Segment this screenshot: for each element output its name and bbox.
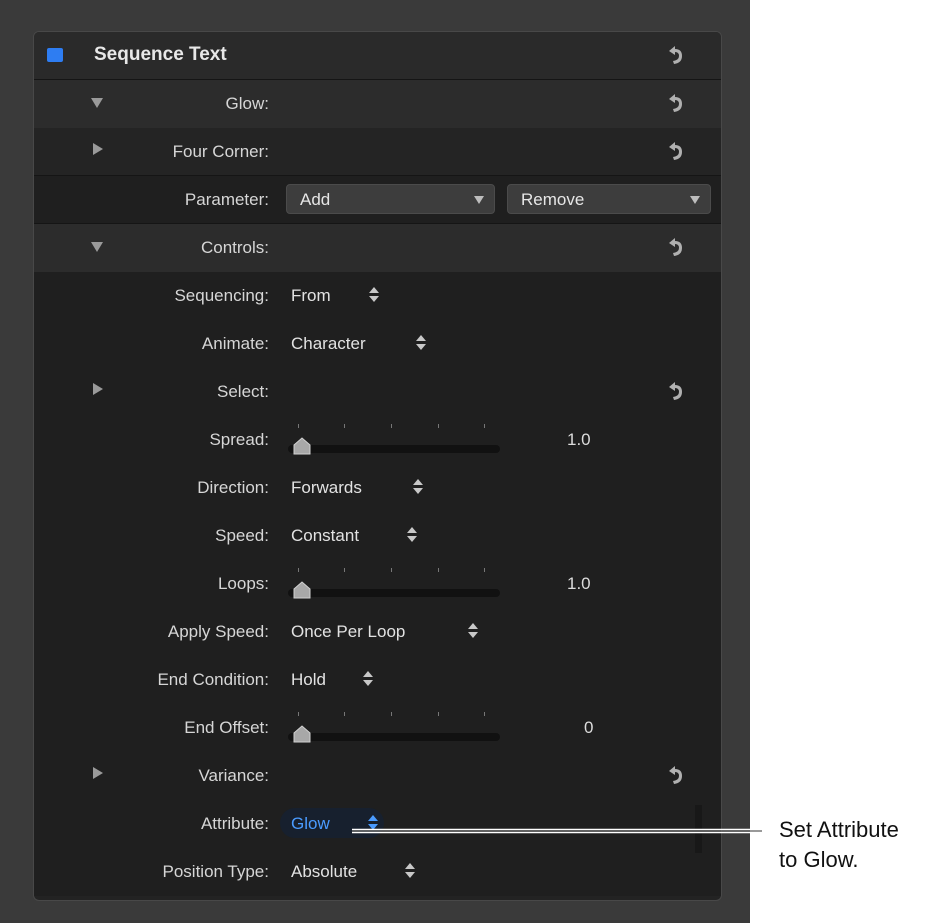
callout-text: Set Attribute to Glow. (779, 815, 937, 875)
end-offset-label: End Offset: (184, 718, 269, 737)
loops-value[interactable]: 1.0 (567, 574, 591, 594)
four-corner-row[interactable]: Four Corner: (34, 128, 721, 176)
parameter-row: Parameter: Add Remove (34, 176, 721, 224)
glow-label: Glow: (225, 94, 269, 113)
animate-value[interactable]: Character (291, 334, 366, 354)
apply-speed-row: Apply Speed: Once Per Loop (34, 608, 721, 656)
variance-row[interactable]: Variance: (34, 752, 721, 800)
speed-value[interactable]: Constant (291, 526, 359, 546)
four-corner-label: Four Corner: (172, 142, 269, 161)
chevron-down-icon (690, 196, 700, 204)
remove-popup-label: Remove (521, 190, 585, 209)
end-condition-row: End Condition: Hold (34, 656, 721, 704)
loops-row: Loops: 1.0 (34, 560, 721, 608)
direction-value[interactable]: Forwards (291, 478, 362, 498)
direction-row: Direction: Forwards (34, 464, 721, 512)
apply-speed-label: Apply Speed: (167, 622, 269, 641)
variance-label: Variance: (198, 766, 269, 785)
up-down-arrows-icon[interactable] (412, 477, 424, 497)
reset-icon[interactable] (666, 236, 684, 258)
end-offset-slider[interactable] (288, 704, 500, 752)
end-offset-value[interactable]: 0 (584, 718, 593, 738)
attribute-label: Attribute: (200, 814, 269, 833)
behavior-header: Sequence Text (34, 32, 721, 80)
spread-label: Spread: (209, 430, 269, 449)
end-offset-row: End Offset: 0 (34, 704, 721, 752)
reset-icon[interactable] (666, 380, 684, 402)
apply-speed-value[interactable]: Once Per Loop (291, 622, 405, 642)
parameter-label: Parameter: (184, 190, 269, 209)
callout-line-1: Set Attribute (779, 817, 899, 842)
up-down-arrows-icon[interactable] (404, 861, 416, 881)
disclosure-triangle-icon[interactable] (93, 767, 103, 779)
callout-line (352, 828, 762, 834)
up-down-arrows-icon[interactable] (467, 621, 479, 641)
up-down-arrows-icon[interactable] (415, 333, 427, 353)
behavior-title: Sequence Text (94, 44, 227, 65)
direction-label: Direction: (197, 478, 269, 497)
loops-label: Loops: (217, 574, 269, 593)
slider-knob[interactable] (292, 581, 312, 599)
animate-row: Animate: Character (34, 320, 721, 368)
reset-icon[interactable] (666, 140, 684, 162)
sequence-text-inspector: Sequence Text Glow: Four Corner: Paramet… (33, 31, 722, 901)
behavior-enable-checkbox[interactable] (47, 48, 63, 62)
reset-icon[interactable] (666, 764, 684, 786)
speed-row: Speed: Constant (34, 512, 721, 560)
reset-icon[interactable] (666, 44, 684, 66)
speed-label: Speed: (215, 526, 269, 545)
sequencing-row: Sequencing: From (34, 272, 721, 320)
add-parameter-popup[interactable]: Add (286, 184, 495, 214)
add-popup-label: Add (300, 190, 331, 209)
slider-knob[interactable] (292, 437, 312, 455)
sequencing-label: Sequencing: (174, 286, 269, 305)
animate-label: Animate: (201, 334, 269, 353)
glow-row[interactable]: Glow: (34, 80, 721, 128)
up-down-arrows-icon[interactable] (406, 525, 418, 545)
spread-value[interactable]: 1.0 (567, 430, 591, 450)
disclosure-triangle-icon[interactable] (93, 383, 103, 395)
slider-knob[interactable] (292, 725, 312, 743)
loops-slider[interactable] (288, 560, 500, 608)
disclosure-triangle-icon[interactable] (93, 143, 103, 155)
disclosure-triangle-icon[interactable] (91, 98, 103, 108)
remove-parameter-popup[interactable]: Remove (507, 184, 711, 214)
controls-row[interactable]: Controls: (34, 224, 721, 272)
up-down-arrows-icon[interactable] (362, 669, 374, 689)
callout-line-2: to Glow. (779, 847, 859, 872)
reset-icon[interactable] (666, 92, 684, 114)
select-row[interactable]: Select: (34, 368, 721, 416)
spread-row: Spread: 1.0 (34, 416, 721, 464)
spread-slider[interactable] (288, 416, 500, 464)
sequencing-value[interactable]: From (291, 286, 331, 306)
end-condition-label: End Condition: (157, 670, 269, 689)
attribute-value[interactable]: Glow (291, 814, 330, 834)
position-type-label: Position Type: (162, 862, 269, 881)
position-type-value[interactable]: Absolute (291, 862, 357, 882)
controls-label: Controls: (200, 238, 269, 257)
chevron-down-icon (474, 196, 484, 204)
select-label: Select: (217, 382, 269, 401)
end-condition-value[interactable]: Hold (291, 670, 326, 690)
up-down-arrows-icon[interactable] (368, 285, 380, 305)
attribute-row: Attribute: Glow (34, 800, 721, 848)
position-type-row: Position Type: Absolute (34, 848, 721, 896)
disclosure-triangle-icon[interactable] (91, 242, 103, 252)
